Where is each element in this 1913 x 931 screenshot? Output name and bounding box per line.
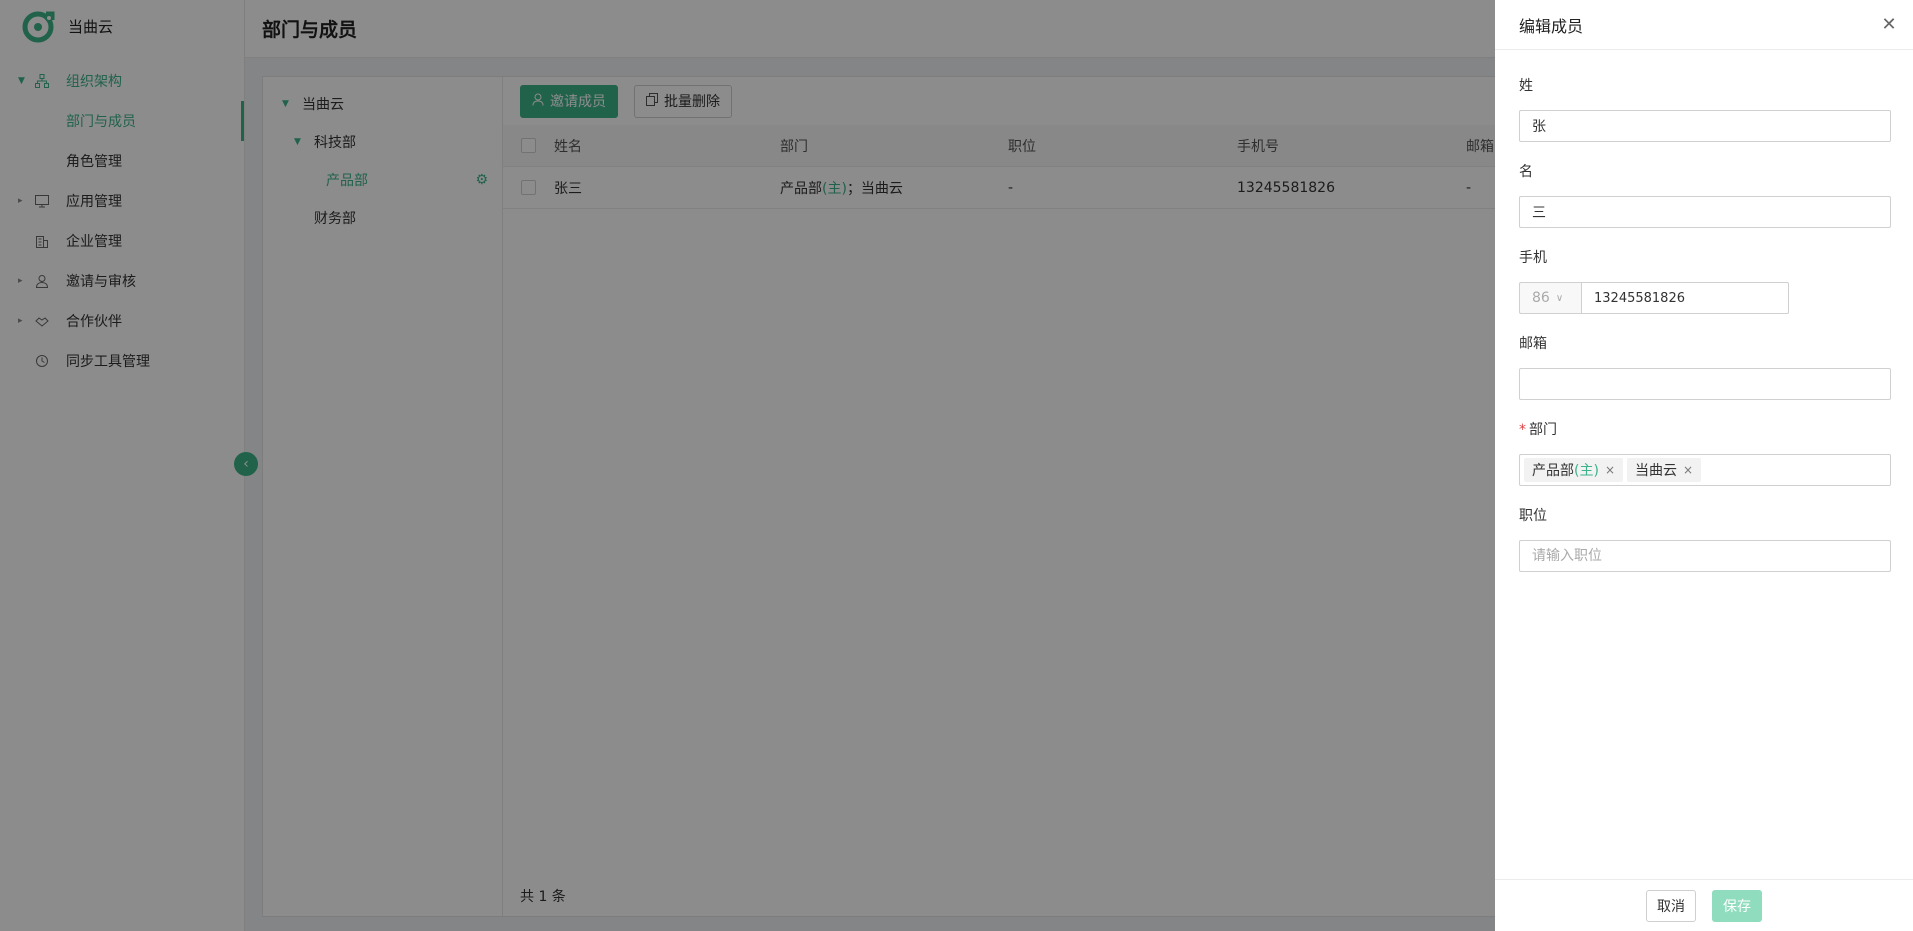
main-dept-tag: (主) bbox=[1574, 463, 1599, 479]
drawer-title: 编辑成员 bbox=[1519, 16, 1584, 36]
country-code-value: 86 bbox=[1532, 290, 1550, 306]
dept-select[interactable]: 产品部 (主) × 当曲云 × bbox=[1519, 454, 1891, 486]
first-name-label: 名 bbox=[1519, 164, 1533, 180]
position-field: 职位 bbox=[1519, 506, 1891, 572]
dept-tag-label: 当曲云 bbox=[1635, 463, 1677, 479]
phone-input-group: 86 ∨ 13245581826 bbox=[1519, 282, 1789, 314]
position-input[interactable] bbox=[1519, 540, 1891, 572]
save-button[interactable]: 保存 bbox=[1712, 889, 1762, 922]
phone-field: 手机 86 ∨ 13245581826 bbox=[1519, 248, 1891, 314]
close-icon[interactable]: ✕ bbox=[1879, 14, 1899, 35]
remove-tag-icon[interactable]: × bbox=[1683, 463, 1693, 477]
dept-label: * 部门 bbox=[1519, 420, 1891, 440]
dept-tag: 当曲云 × bbox=[1627, 458, 1702, 482]
email-label: 邮箱 bbox=[1519, 336, 1547, 352]
cancel-button[interactable]: 取消 bbox=[1646, 889, 1696, 922]
edit-member-drawer: 编辑成员 ✕ 姓 名 手机 86 ∨ 13245581826 邮箱 *部门 产品… bbox=[1495, 0, 1913, 931]
position-label: 职位 bbox=[1519, 508, 1547, 524]
dept-field: * 部门 产品部 (主) × 当曲云 × bbox=[1519, 420, 1891, 486]
email-field: 邮箱 bbox=[1519, 334, 1891, 400]
dept-tag: 产品部 (主) × bbox=[1524, 458, 1623, 482]
country-code-select[interactable]: 86 ∨ bbox=[1519, 282, 1581, 314]
dept-label-text: 部门 bbox=[1529, 422, 1557, 438]
last-name-label: 姓 bbox=[1519, 78, 1533, 94]
last-name-field: 姓 bbox=[1519, 76, 1891, 142]
drawer-footer: 取消 保存 bbox=[1495, 879, 1913, 931]
drawer-header: 编辑成员 ✕ bbox=[1495, 0, 1913, 50]
first-name-input[interactable] bbox=[1519, 196, 1891, 228]
chevron-down-icon: ∨ bbox=[1555, 292, 1564, 304]
required-mark: * bbox=[1519, 422, 1526, 438]
dept-tag-label: 产品部 bbox=[1532, 463, 1574, 479]
phone-label: 手机 bbox=[1519, 250, 1547, 266]
last-name-input[interactable] bbox=[1519, 110, 1891, 142]
remove-tag-icon[interactable]: × bbox=[1605, 463, 1615, 477]
phone-input[interactable]: 13245581826 bbox=[1581, 282, 1789, 314]
email-input[interactable] bbox=[1519, 368, 1891, 400]
first-name-field: 名 bbox=[1519, 162, 1891, 228]
